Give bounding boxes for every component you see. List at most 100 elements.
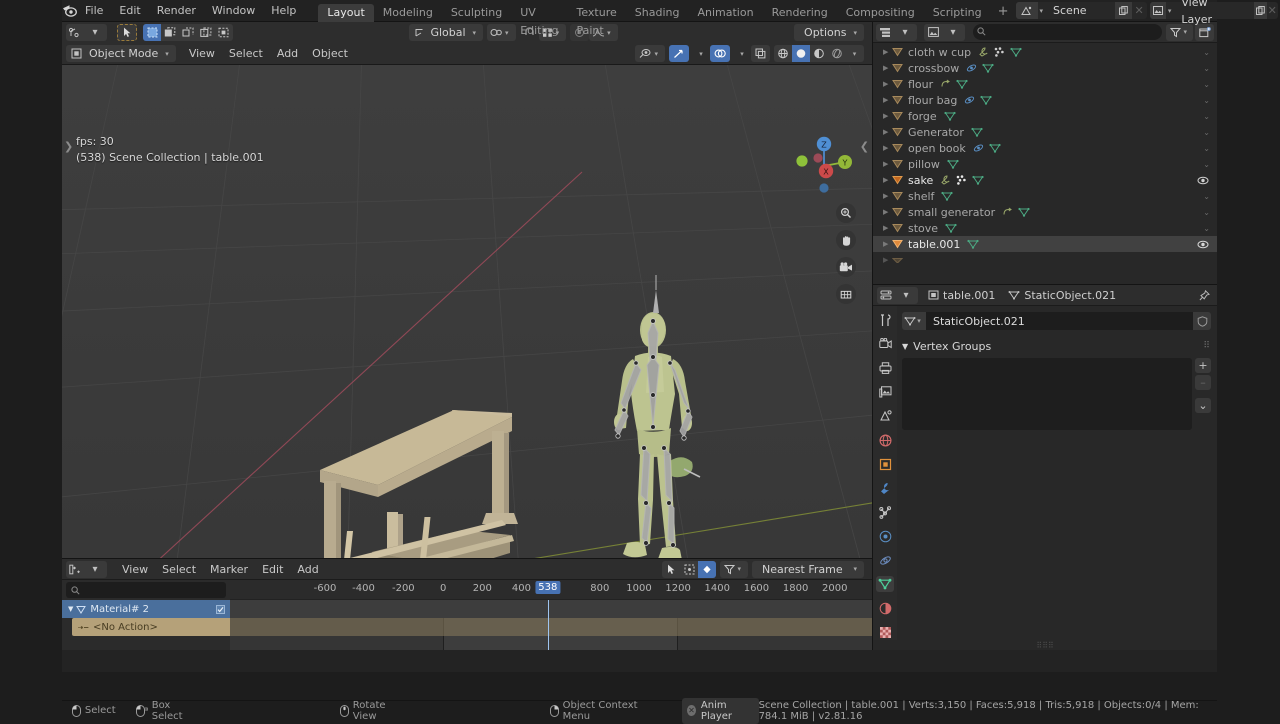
outliner-list[interactable]: ▶ cloth w cup ⌄ ▶ crossbow ⌄ ▶ flour ⌄ ▶… — [873, 43, 1217, 284]
outliner-row-pillow[interactable]: ▶ pillow ⌄ — [873, 156, 1217, 172]
expand-disclosure-icon[interactable]: ▶ — [883, 112, 892, 120]
row-collapse-chevron-icon[interactable]: ⌄ — [1203, 192, 1210, 201]
viewport-menu-add[interactable]: Add — [270, 45, 305, 62]
playhead[interactable] — [547, 600, 549, 650]
row-collapse-chevron-icon[interactable]: ⌄ — [1203, 224, 1210, 233]
tab-uv-editing[interactable]: UV Editing — [511, 4, 567, 37]
breadcrumb-object-label[interactable]: table.001 — [943, 289, 995, 302]
mesh-name-input[interactable]: StaticObject.021 — [926, 312, 1193, 330]
tab-modeling[interactable]: Modeling — [374, 4, 442, 22]
dopesheet-menu-select[interactable]: Select — [155, 561, 203, 578]
row-collapse-chevron-icon[interactable]: ⌄ — [1203, 112, 1210, 121]
remove-vertex-group-button[interactable]: – — [1195, 375, 1211, 390]
channel-search-input[interactable] — [66, 582, 226, 598]
properties-tab-particles[interactable] — [876, 504, 894, 520]
select-mode-subtract[interactable] — [179, 24, 197, 41]
dopesheet-menu-edit[interactable]: Edit — [255, 561, 290, 578]
constraint-icon[interactable] — [940, 79, 951, 89]
tab-texture-paint[interactable]: Texture Paint — [568, 4, 626, 37]
select-mode-invert[interactable] — [197, 24, 215, 41]
row-collapse-chevron-icon[interactable]: ⌄ — [1203, 64, 1210, 73]
expand-disclosure-icon[interactable]: ▶ — [883, 176, 892, 184]
properties-tab-output[interactable] — [876, 360, 894, 376]
expand-disclosure-icon[interactable]: ▶ — [883, 144, 892, 152]
properties-tab-scene[interactable] — [876, 408, 894, 424]
channel-no-action[interactable]: <No Action> — [72, 618, 230, 636]
visibility-eye-icon[interactable] — [1197, 176, 1209, 185]
expand-disclosure-icon[interactable]: ▶ — [883, 240, 892, 248]
row-collapse-chevron-icon[interactable]: ⌄ — [1203, 80, 1210, 89]
properties-tab-modifier[interactable] — [876, 480, 894, 496]
dopesheet-editor-type[interactable]: ▾ — [66, 560, 107, 578]
add-workspace-button[interactable]: + — [991, 4, 1016, 22]
remove-view-layer-button[interactable]: ✕ — [1267, 2, 1278, 19]
mesh-data-icon[interactable] — [972, 175, 984, 185]
mesh-data-icon[interactable] — [1010, 47, 1022, 57]
dopesheet-menu-marker[interactable]: Marker — [203, 561, 255, 578]
add-vertex-group-button[interactable]: + — [1195, 358, 1211, 373]
properties-resize-handle[interactable]: ⠿⠿⠿ — [873, 640, 1217, 650]
timeline-ruler[interactable]: -600 -400 -200 0 200 400 800 1000 1200 1… — [230, 580, 872, 600]
select-mode-extend[interactable] — [161, 24, 179, 41]
channel-checkbox[interactable] — [216, 604, 225, 614]
xray-toggle-icon[interactable] — [751, 45, 770, 62]
shading-wireframe[interactable] — [774, 45, 792, 62]
perspective-toggle-icon[interactable] — [836, 284, 856, 304]
row-collapse-chevron-icon[interactable]: ⌄ — [1203, 208, 1210, 217]
row-collapse-chevron-icon[interactable]: ⌄ — [1203, 48, 1210, 57]
panel-expand-icon[interactable]: ▼ — [902, 342, 908, 351]
menu-file[interactable]: File — [77, 0, 111, 22]
gizmo-chevron-icon[interactable]: ▾ — [693, 45, 710, 62]
panel-drag-handle[interactable]: ⠿ — [1203, 341, 1211, 351]
physics-icon[interactable] — [966, 63, 977, 73]
properties-tab-physics[interactable] — [876, 528, 894, 544]
outliner-row-flour[interactable]: ▶ flour ⌄ — [873, 76, 1217, 92]
mesh-data-icon[interactable] — [947, 159, 959, 169]
tab-sculpting[interactable]: Sculpting — [442, 4, 511, 22]
outliner-row-partial[interactable]: ▶ — [873, 252, 1217, 268]
interaction-mode-dropdown[interactable]: Object Mode ▾ — [66, 45, 176, 62]
options-dropdown[interactable]: Options ▾ — [794, 24, 864, 41]
overlays-chevron-icon[interactable]: ▾ — [734, 45, 751, 62]
row-collapse-chevron-icon[interactable]: ⌄ — [1203, 144, 1210, 153]
toolbar-expand-arrow-icon[interactable]: ❯ — [64, 140, 73, 153]
shading-mode-group[interactable]: ▾ — [774, 45, 864, 62]
outliner-row-crossbow[interactable]: ▶ crossbow ⌄ — [873, 60, 1217, 76]
select-mode-intersect[interactable] — [215, 24, 233, 41]
keyframe-icon[interactable] — [698, 560, 717, 578]
mesh-data-icon[interactable]: ▾ — [902, 312, 926, 330]
tab-scripting[interactable]: Scripting — [924, 4, 991, 22]
dopesheet-menu-view[interactable]: View — [115, 561, 155, 578]
shading-chevron-icon[interactable]: ▾ — [846, 45, 864, 62]
dopesheet-timeline[interactable]: -600 -400 -200 0 200 400 800 1000 1200 1… — [230, 580, 872, 650]
modifier-icon[interactable] — [940, 175, 951, 185]
expand-disclosure-icon[interactable]: ▶ — [883, 160, 892, 168]
properties-editor-type[interactable]: ▾ — [877, 286, 918, 304]
expand-disclosure-icon[interactable]: ▶ — [883, 128, 892, 136]
shading-material-preview[interactable] — [810, 45, 828, 62]
modifier-icon[interactable] — [978, 47, 989, 57]
menu-render[interactable]: Render — [149, 0, 204, 22]
channel-material[interactable]: ▼ Material# 2 — [62, 600, 230, 618]
channel-expand-icon[interactable]: ▼ — [68, 605, 73, 613]
tab-layout[interactable]: Layout — [318, 3, 374, 22]
mesh-data-icon[interactable] — [971, 127, 983, 137]
properties-tab-object[interactable] — [876, 456, 894, 472]
breadcrumb-data-label[interactable]: StaticObject.021 — [1024, 289, 1116, 302]
transform-orientation-dropdown[interactable]: Global ▾ — [409, 24, 484, 41]
viewport-menu-select[interactable]: Select — [222, 45, 270, 62]
zoom-icon[interactable] — [836, 203, 856, 223]
display-mode-dropdown[interactable]: ▾ — [924, 23, 965, 41]
dopesheet-tool-group[interactable] — [662, 560, 717, 578]
pin-icon[interactable] — [1196, 287, 1213, 304]
scene-selector[interactable]: ▾ Scene ✕ — [1015, 2, 1147, 19]
properties-tab-constraints[interactable] — [876, 552, 894, 568]
mesh-data-icon[interactable] — [956, 79, 968, 89]
properties-tab-texture[interactable] — [876, 624, 894, 640]
shading-rendered[interactable] — [828, 45, 846, 62]
keyframe-row-material[interactable] — [230, 600, 872, 618]
mesh-data-icon[interactable] — [989, 143, 1001, 153]
properties-tab-world[interactable] — [876, 432, 894, 448]
outliner-row-open-book[interactable]: ▶ open book ⌄ — [873, 140, 1217, 156]
visibility-eye-icon[interactable] — [1197, 240, 1209, 249]
